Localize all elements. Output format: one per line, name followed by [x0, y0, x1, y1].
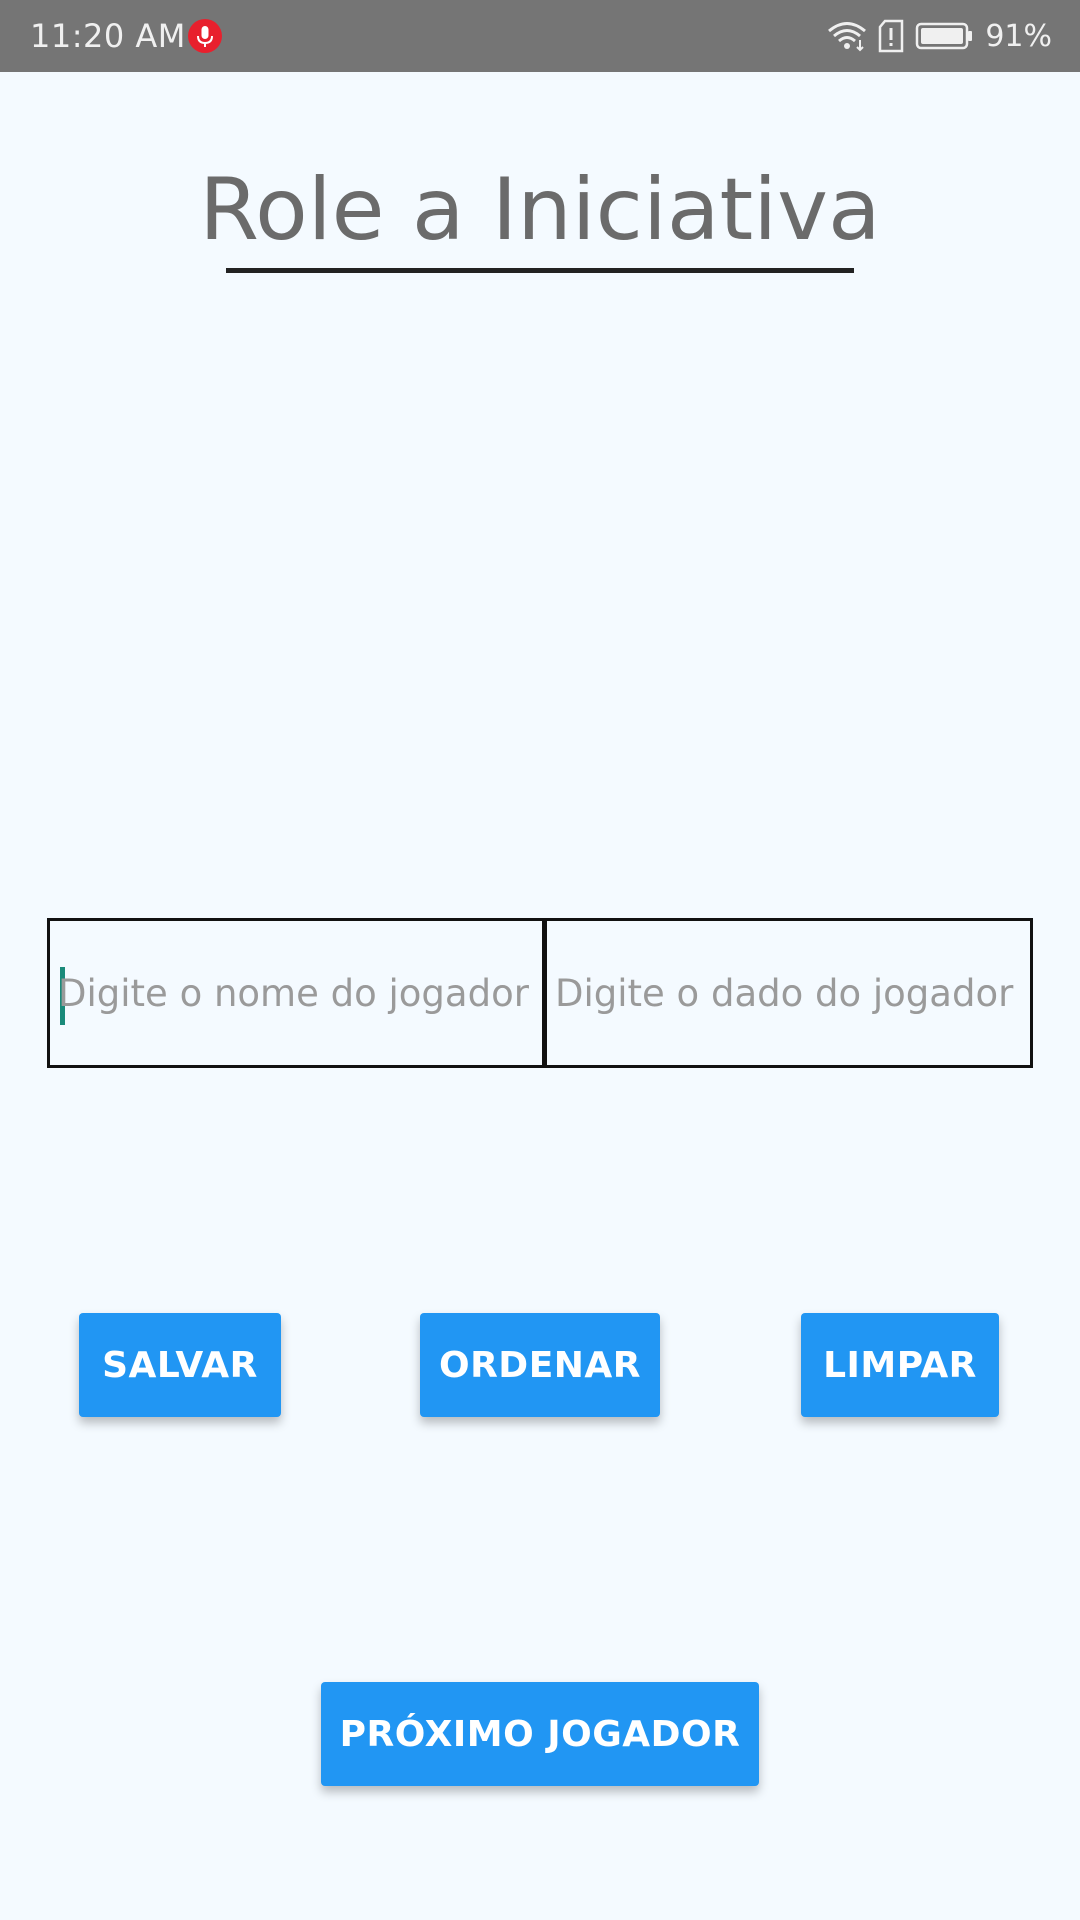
next-player-button[interactable]: PRÓXIMO JOGADOR	[321, 1682, 759, 1786]
title-underline	[226, 268, 854, 273]
player-input-row	[47, 918, 1033, 1068]
clear-button[interactable]: LIMPAR	[801, 1313, 999, 1417]
player-dice-field-container	[544, 918, 1033, 1068]
save-button[interactable]: SALVAR	[79, 1313, 281, 1417]
mic-icon	[188, 19, 222, 53]
status-time: 11:20 AM	[30, 17, 186, 55]
player-dice-input[interactable]	[554, 921, 1024, 1065]
player-name-input[interactable]	[58, 921, 536, 1065]
battery-percent: 91%	[985, 18, 1052, 54]
sort-button[interactable]: ORDENAR	[420, 1313, 660, 1417]
page-title: Role a Iniciativa	[199, 160, 881, 260]
player-name-field-container	[47, 918, 545, 1068]
sim-alert-icon	[879, 19, 904, 53]
wifi-icon	[828, 22, 867, 52]
battery-icon	[916, 22, 973, 50]
status-bar: 11:20 AM 91%	[0, 0, 1080, 72]
status-icons: 91%	[827, 0, 1052, 72]
